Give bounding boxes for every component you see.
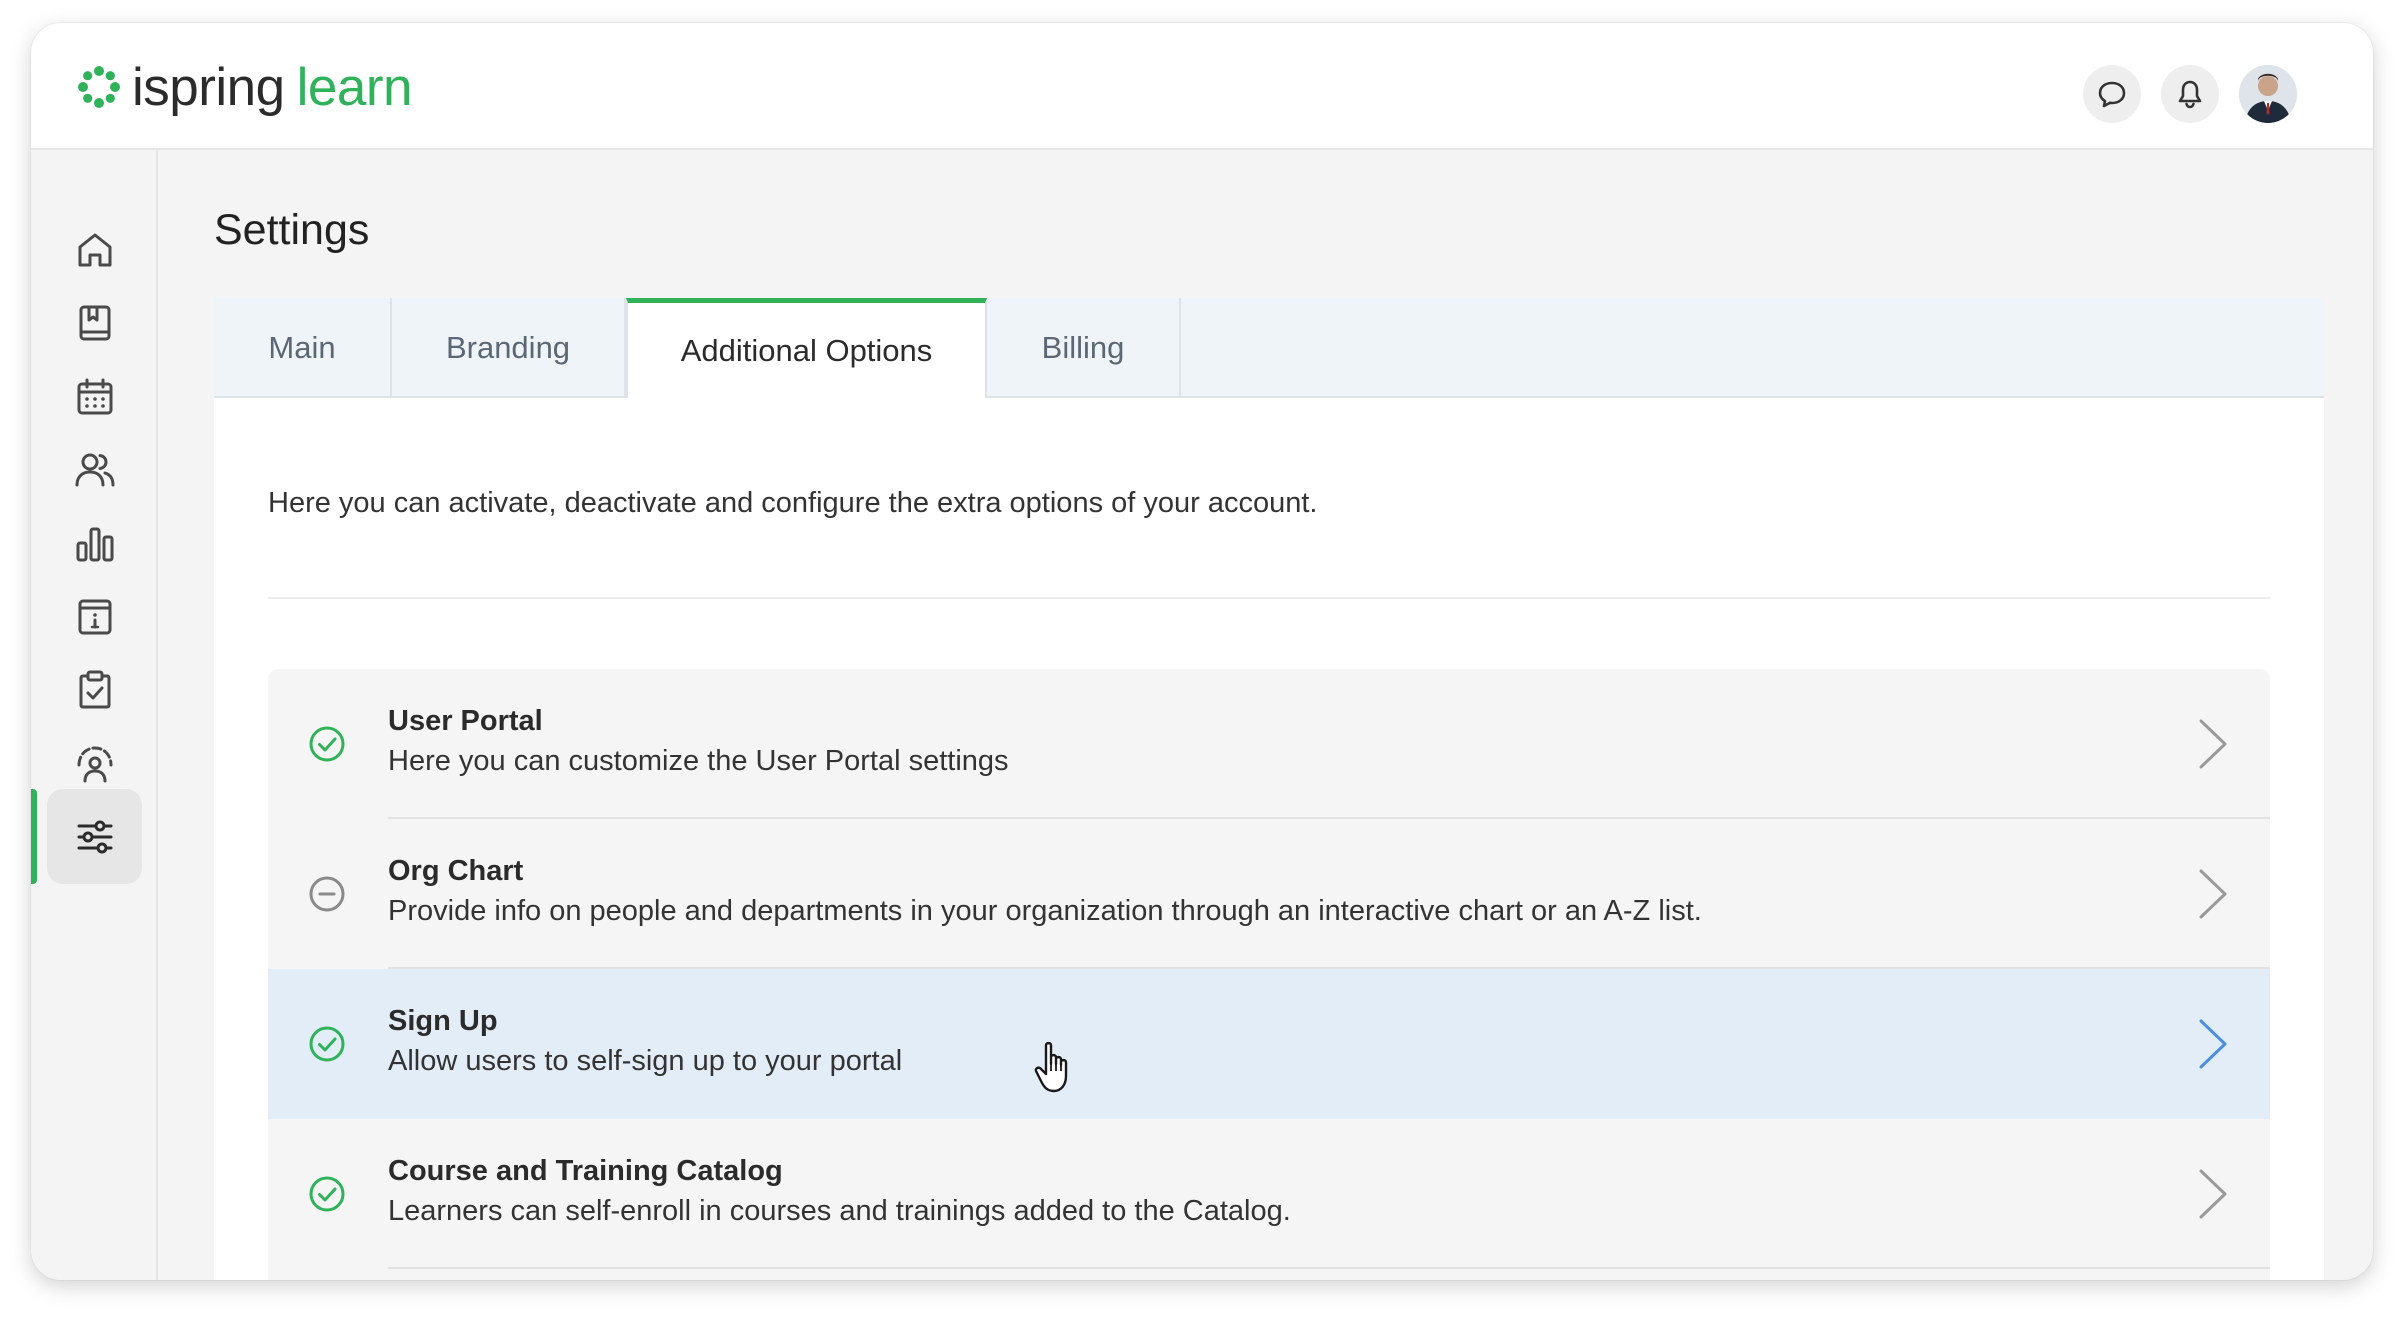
header-actions bbox=[2083, 65, 2297, 123]
chat-bubble-icon bbox=[2098, 81, 2126, 108]
logo-product-text: learn bbox=[296, 57, 413, 117]
options-list: User Portal Here you can customize the U… bbox=[268, 669, 2270, 1280]
page-title: Settings bbox=[214, 206, 370, 254]
option-title: Course and Training Catalog bbox=[388, 1155, 783, 1187]
option-sign-up[interactable]: Sign Up Allow users to self-sign up to y… bbox=[268, 969, 2270, 1119]
chevron-right-icon bbox=[2199, 1169, 2227, 1219]
book-icon bbox=[79, 305, 110, 340]
option-user-portal[interactable]: User Portal Here you can customize the U… bbox=[268, 669, 2270, 819]
option-title: Org Chart bbox=[388, 855, 524, 887]
option-description: Allow users to self-sign up to your port… bbox=[388, 1045, 903, 1077]
user-avatar[interactable] bbox=[2239, 65, 2297, 123]
person-gauge-icon bbox=[77, 745, 112, 782]
avatar-image bbox=[2239, 65, 2297, 123]
disabled-minus-icon bbox=[309, 876, 345, 912]
logo-mark-icon bbox=[78, 66, 120, 108]
option-title: Sign Up bbox=[388, 1005, 498, 1037]
info-calendar-icon bbox=[78, 599, 111, 634]
enabled-check-icon bbox=[309, 1176, 345, 1212]
section-divider bbox=[268, 597, 2270, 599]
chevron-right-icon bbox=[2199, 1019, 2227, 1069]
tab-branding[interactable]: Branding bbox=[392, 298, 626, 398]
enabled-check-icon bbox=[309, 1026, 345, 1062]
option-title: User Portal bbox=[388, 705, 543, 737]
chevron-right-icon bbox=[2199, 719, 2227, 769]
sidebar-item-settings[interactable] bbox=[47, 789, 142, 884]
tab-main[interactable]: Main bbox=[214, 298, 392, 398]
option-description: Provide info on people and departments i… bbox=[388, 895, 1702, 927]
settings-panel: Main Branding Additional Options Billing… bbox=[214, 298, 2324, 1280]
option-description: Learners can self-enroll in courses and … bbox=[388, 1195, 1291, 1227]
sliders-icon bbox=[77, 820, 112, 853]
active-nav-indicator bbox=[31, 789, 37, 884]
left-sidebar bbox=[31, 150, 158, 1280]
tab-billing[interactable]: Billing bbox=[987, 298, 1181, 398]
option-course-catalog[interactable]: Course and Training Catalog Learners can… bbox=[268, 1119, 2270, 1269]
bar-chart-icon bbox=[76, 527, 113, 561]
users-icon bbox=[75, 453, 114, 486]
tab-additional-options[interactable]: Additional Options bbox=[626, 298, 987, 398]
intro-text: Here you can activate, deactivate and co… bbox=[268, 487, 1318, 519]
logo-brand-text: ispring bbox=[132, 57, 285, 117]
logo[interactable]: ispring learn bbox=[76, 57, 413, 117]
chevron-right-icon bbox=[2199, 869, 2227, 919]
clipboard-check-icon bbox=[79, 670, 110, 708]
option-description: Here you can customize the User Portal s… bbox=[388, 745, 1009, 777]
hand-cursor-icon bbox=[1034, 1041, 1068, 1093]
settings-tabs: Main Branding Additional Options Billing bbox=[214, 298, 2324, 398]
enabled-check-icon bbox=[309, 726, 345, 762]
bell-icon bbox=[2178, 80, 2202, 109]
chat-button[interactable] bbox=[2083, 65, 2141, 123]
option-org-chart[interactable]: Org Chart Provide info on people and dep… bbox=[268, 819, 2270, 969]
notifications-button[interactable] bbox=[2161, 65, 2219, 123]
option-partial-row[interactable] bbox=[268, 1269, 2270, 1280]
top-header: ispring learn bbox=[31, 23, 2373, 150]
home-icon bbox=[78, 233, 111, 266]
app-window: ispring learn Settings Main Branding Add… bbox=[31, 23, 2373, 1280]
calendar-icon bbox=[77, 378, 112, 414]
